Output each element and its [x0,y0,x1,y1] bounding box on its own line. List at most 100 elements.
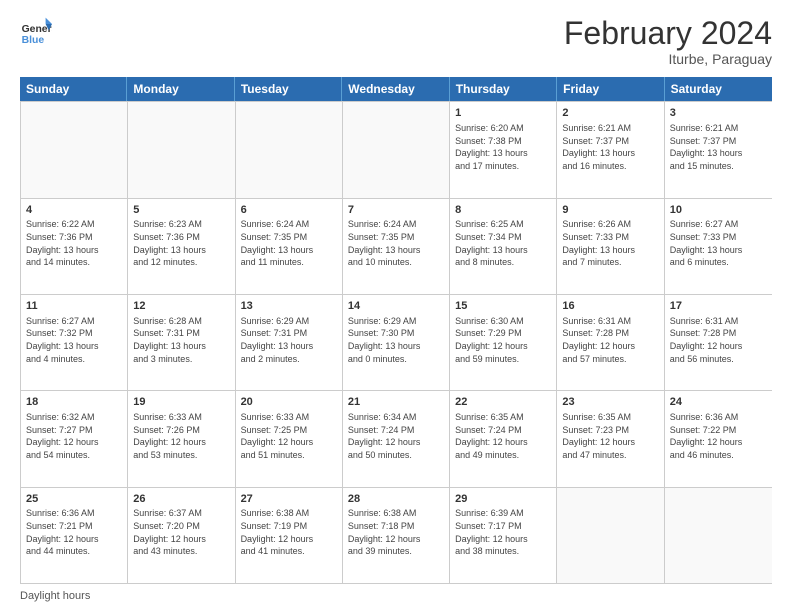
calendar-cell [557,488,664,583]
calendar-cell: 19Sunrise: 6:33 AM Sunset: 7:26 PM Dayli… [128,391,235,486]
title-block: February 2024 Iturbe, Paraguay [564,16,772,67]
day-number: 8 [455,203,551,218]
day-info: Sunrise: 6:37 AM Sunset: 7:20 PM Dayligh… [133,507,229,557]
day-info: Sunrise: 6:36 AM Sunset: 7:22 PM Dayligh… [670,411,767,461]
calendar-body: 1Sunrise: 6:20 AM Sunset: 7:38 PM Daylig… [20,101,772,584]
calendar-cell [128,102,235,197]
day-info: Sunrise: 6:25 AM Sunset: 7:34 PM Dayligh… [455,218,551,268]
month-title: February 2024 [564,16,772,51]
day-info: Sunrise: 6:27 AM Sunset: 7:33 PM Dayligh… [670,218,767,268]
day-info: Sunrise: 6:33 AM Sunset: 7:26 PM Dayligh… [133,411,229,461]
day-number: 6 [241,203,337,218]
calendar-row: 18Sunrise: 6:32 AM Sunset: 7:27 PM Dayli… [21,390,772,486]
day-number: 27 [241,492,337,507]
calendar-cell [665,488,772,583]
day-info: Sunrise: 6:30 AM Sunset: 7:29 PM Dayligh… [455,315,551,365]
day-info: Sunrise: 6:24 AM Sunset: 7:35 PM Dayligh… [348,218,444,268]
day-info: Sunrise: 6:26 AM Sunset: 7:33 PM Dayligh… [562,218,658,268]
calendar-row: 25Sunrise: 6:36 AM Sunset: 7:21 PM Dayli… [21,487,772,583]
calendar-cell: 22Sunrise: 6:35 AM Sunset: 7:24 PM Dayli… [450,391,557,486]
day-of-week-header: Tuesday [235,77,342,101]
calendar-cell: 6Sunrise: 6:24 AM Sunset: 7:35 PM Daylig… [236,199,343,294]
calendar-cell: 5Sunrise: 6:23 AM Sunset: 7:36 PM Daylig… [128,199,235,294]
day-number: 15 [455,299,551,314]
calendar-cell: 17Sunrise: 6:31 AM Sunset: 7:28 PM Dayli… [665,295,772,390]
day-of-week-header: Monday [127,77,234,101]
day-info: Sunrise: 6:39 AM Sunset: 7:17 PM Dayligh… [455,507,551,557]
calendar-cell: 3Sunrise: 6:21 AM Sunset: 7:37 PM Daylig… [665,102,772,197]
day-info: Sunrise: 6:21 AM Sunset: 7:37 PM Dayligh… [670,122,767,172]
day-info: Sunrise: 6:22 AM Sunset: 7:36 PM Dayligh… [26,218,122,268]
day-number: 17 [670,299,767,314]
day-info: Sunrise: 6:35 AM Sunset: 7:23 PM Dayligh… [562,411,658,461]
calendar-cell [21,102,128,197]
day-number: 1 [455,106,551,121]
day-number: 7 [348,203,444,218]
logo-icon: General Blue [20,16,52,48]
day-of-week-header: Saturday [665,77,772,101]
day-info: Sunrise: 6:32 AM Sunset: 7:27 PM Dayligh… [26,411,122,461]
calendar-cell: 13Sunrise: 6:29 AM Sunset: 7:31 PM Dayli… [236,295,343,390]
day-info: Sunrise: 6:29 AM Sunset: 7:31 PM Dayligh… [241,315,337,365]
calendar-cell: 29Sunrise: 6:39 AM Sunset: 7:17 PM Dayli… [450,488,557,583]
day-info: Sunrise: 6:24 AM Sunset: 7:35 PM Dayligh… [241,218,337,268]
day-number: 29 [455,492,551,507]
calendar-cell: 4Sunrise: 6:22 AM Sunset: 7:36 PM Daylig… [21,199,128,294]
day-number: 10 [670,203,767,218]
day-info: Sunrise: 6:21 AM Sunset: 7:37 PM Dayligh… [562,122,658,172]
day-info: Sunrise: 6:28 AM Sunset: 7:31 PM Dayligh… [133,315,229,365]
day-number: 11 [26,299,122,314]
calendar-header: SundayMondayTuesdayWednesdayThursdayFrid… [20,77,772,101]
calendar-cell: 18Sunrise: 6:32 AM Sunset: 7:27 PM Dayli… [21,391,128,486]
day-number: 20 [241,395,337,410]
day-info: Sunrise: 6:20 AM Sunset: 7:38 PM Dayligh… [455,122,551,172]
day-info: Sunrise: 6:31 AM Sunset: 7:28 PM Dayligh… [562,315,658,365]
footer: Daylight hours [20,590,772,602]
day-number: 28 [348,492,444,507]
day-number: 18 [26,395,122,410]
logo: General Blue [20,16,56,48]
calendar-cell: 16Sunrise: 6:31 AM Sunset: 7:28 PM Dayli… [557,295,664,390]
calendar-cell [343,102,450,197]
day-number: 25 [26,492,122,507]
day-number: 2 [562,106,658,121]
calendar-row: 11Sunrise: 6:27 AM Sunset: 7:32 PM Dayli… [21,294,772,390]
day-number: 26 [133,492,229,507]
calendar-row: 1Sunrise: 6:20 AM Sunset: 7:38 PM Daylig… [21,101,772,197]
day-info: Sunrise: 6:27 AM Sunset: 7:32 PM Dayligh… [26,315,122,365]
day-number: 12 [133,299,229,314]
day-number: 5 [133,203,229,218]
day-of-week-header: Wednesday [342,77,449,101]
calendar-cell: 26Sunrise: 6:37 AM Sunset: 7:20 PM Dayli… [128,488,235,583]
svg-text:Blue: Blue [22,35,45,46]
calendar-cell: 20Sunrise: 6:33 AM Sunset: 7:25 PM Dayli… [236,391,343,486]
calendar-cell: 2Sunrise: 6:21 AM Sunset: 7:37 PM Daylig… [557,102,664,197]
page: General Blue February 2024 Iturbe, Parag… [0,0,792,612]
day-number: 3 [670,106,767,121]
calendar-cell: 24Sunrise: 6:36 AM Sunset: 7:22 PM Dayli… [665,391,772,486]
day-number: 21 [348,395,444,410]
day-number: 16 [562,299,658,314]
day-info: Sunrise: 6:35 AM Sunset: 7:24 PM Dayligh… [455,411,551,461]
subtitle: Iturbe, Paraguay [564,51,772,67]
day-number: 22 [455,395,551,410]
day-of-week-header: Friday [557,77,664,101]
calendar-cell: 11Sunrise: 6:27 AM Sunset: 7:32 PM Dayli… [21,295,128,390]
calendar-cell: 28Sunrise: 6:38 AM Sunset: 7:18 PM Dayli… [343,488,450,583]
calendar-cell: 27Sunrise: 6:38 AM Sunset: 7:19 PM Dayli… [236,488,343,583]
day-number: 14 [348,299,444,314]
header: General Blue February 2024 Iturbe, Parag… [20,16,772,67]
day-number: 24 [670,395,767,410]
day-number: 19 [133,395,229,410]
calendar-cell: 12Sunrise: 6:28 AM Sunset: 7:31 PM Dayli… [128,295,235,390]
day-info: Sunrise: 6:38 AM Sunset: 7:18 PM Dayligh… [348,507,444,557]
day-number: 23 [562,395,658,410]
footer-label: Daylight hours [20,590,90,602]
calendar-cell: 14Sunrise: 6:29 AM Sunset: 7:30 PM Dayli… [343,295,450,390]
day-info: Sunrise: 6:31 AM Sunset: 7:28 PM Dayligh… [670,315,767,365]
calendar-cell: 1Sunrise: 6:20 AM Sunset: 7:38 PM Daylig… [450,102,557,197]
calendar-cell: 23Sunrise: 6:35 AM Sunset: 7:23 PM Dayli… [557,391,664,486]
calendar-cell: 21Sunrise: 6:34 AM Sunset: 7:24 PM Dayli… [343,391,450,486]
calendar-cell: 9Sunrise: 6:26 AM Sunset: 7:33 PM Daylig… [557,199,664,294]
day-info: Sunrise: 6:29 AM Sunset: 7:30 PM Dayligh… [348,315,444,365]
